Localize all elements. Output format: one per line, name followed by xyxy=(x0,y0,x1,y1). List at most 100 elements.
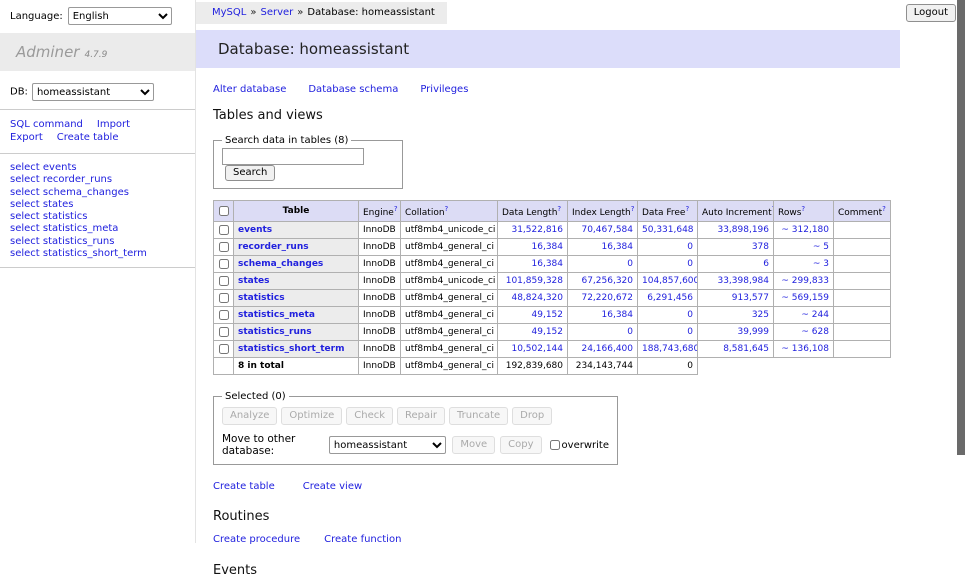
row-checkbox[interactable] xyxy=(219,276,229,286)
table-name-link[interactable]: statistics_runs xyxy=(238,327,312,337)
search-input[interactable] xyxy=(222,148,364,165)
rows-count-link[interactable]: ~ 3 xyxy=(813,259,829,269)
auto-increment-link[interactable]: 325 xyxy=(752,310,769,320)
data-length-link[interactable]: 16,384 xyxy=(532,259,564,269)
auto-increment-link[interactable]: 8,581,645 xyxy=(723,344,769,354)
sidebar-action-link[interactable]: Export xyxy=(10,132,43,143)
move-database-select[interactable]: homeassistant xyxy=(329,436,446,454)
table-name-link[interactable]: statistics xyxy=(238,293,285,303)
table-name-link[interactable]: schema_changes xyxy=(238,259,323,269)
data-free-link[interactable]: 50,331,648 xyxy=(642,225,694,235)
auto-increment-link[interactable]: 33,898,196 xyxy=(717,225,769,235)
sidebar-table-link[interactable]: select statistics xyxy=(10,211,185,223)
index-length-link[interactable]: 72,220,672 xyxy=(581,293,633,303)
help-link[interactable]: ? xyxy=(801,205,805,213)
rows-count-link[interactable]: ~ 244 xyxy=(801,310,829,320)
index-length-link[interactable]: 16,384 xyxy=(602,242,634,252)
rows-count-link[interactable]: ~ 312,180 xyxy=(781,225,829,235)
auto-increment-link[interactable]: 378 xyxy=(752,242,769,252)
bulk-action-button[interactable]: Check xyxy=(346,407,393,425)
select-all-checkbox[interactable] xyxy=(219,206,229,216)
data-length-link[interactable]: 101,859,328 xyxy=(506,276,563,286)
sidebar-table-link[interactable]: select recorder_runs xyxy=(10,174,185,186)
bulk-action-button[interactable]: Analyze xyxy=(222,407,277,425)
breadcrumb-mysql-link[interactable]: MySQL xyxy=(212,7,246,18)
routine-link[interactable]: Create procedure xyxy=(213,534,300,545)
db-select[interactable]: homeassistant xyxy=(32,83,154,101)
data-length-link[interactable]: 49,152 xyxy=(532,310,564,320)
overwrite-checkbox[interactable] xyxy=(550,440,560,450)
row-checkbox[interactable] xyxy=(219,225,229,235)
auto-increment-link[interactable]: 6 xyxy=(763,259,769,269)
sidebar-action-link[interactable]: Create table xyxy=(57,132,119,143)
data-free-link[interactable]: 104,857,600 xyxy=(642,276,698,286)
index-length-link[interactable]: 67,256,320 xyxy=(581,276,633,286)
auto-increment-link[interactable]: 39,999 xyxy=(738,327,770,337)
data-length-link[interactable]: 10,502,144 xyxy=(511,344,563,354)
data-free-link[interactable]: 0 xyxy=(687,310,693,320)
sidebar-table-link[interactable]: select statistics_short_term xyxy=(10,248,185,260)
logout-button[interactable]: Logout xyxy=(906,4,956,22)
help-link[interactable]: ? xyxy=(685,205,689,213)
bulk-action-button[interactable]: Truncate xyxy=(449,407,508,425)
rows-count-link[interactable]: ~ 299,833 xyxy=(781,276,829,286)
help-link[interactable]: ? xyxy=(394,205,398,213)
table-name-link[interactable]: events xyxy=(238,225,272,235)
rows-count-link[interactable]: ~ 569,159 xyxy=(781,293,829,303)
table-name-link[interactable]: statistics_short_term xyxy=(238,344,344,354)
rows-count-link[interactable]: ~ 628 xyxy=(801,327,829,337)
table-name-link[interactable]: recorder_runs xyxy=(238,242,309,252)
bulk-action-button[interactable]: Optimize xyxy=(281,407,342,425)
sidebar-table-link[interactable]: select statistics_meta xyxy=(10,223,185,235)
index-length-link[interactable]: 0 xyxy=(627,327,633,337)
rows-count-link[interactable]: ~ 5 xyxy=(813,242,829,252)
sidebar-table-link[interactable]: select events xyxy=(10,162,185,174)
index-length-link[interactable]: 0 xyxy=(627,259,633,269)
sidebar-table-link[interactable]: select schema_changes xyxy=(10,187,185,199)
table-name-link[interactable]: states xyxy=(238,276,270,286)
row-checkbox[interactable] xyxy=(219,293,229,303)
database-action-link[interactable]: Alter database xyxy=(213,84,286,95)
move-button[interactable]: Move xyxy=(452,436,495,454)
breadcrumb-server-link[interactable]: Server xyxy=(260,7,293,18)
sidebar-table-link[interactable]: select states xyxy=(10,199,185,211)
row-checkbox[interactable] xyxy=(219,242,229,252)
rows-count-link[interactable]: ~ 136,108 xyxy=(781,344,829,354)
table-name-link[interactable]: statistics_meta xyxy=(238,310,315,320)
routine-link[interactable]: Create function xyxy=(324,534,401,545)
create-link[interactable]: Create view xyxy=(303,481,362,492)
auto-increment-link[interactable]: 913,577 xyxy=(732,293,769,303)
index-length-link[interactable]: 70,467,584 xyxy=(581,225,633,235)
help-link[interactable]: ? xyxy=(882,205,886,213)
row-checkbox[interactable] xyxy=(219,310,229,320)
data-length-link[interactable]: 16,384 xyxy=(532,242,564,252)
data-length-link[interactable]: 49,152 xyxy=(532,327,564,337)
database-action-link[interactable]: Database schema xyxy=(308,84,398,95)
search-button[interactable]: Search xyxy=(225,165,275,181)
help-link[interactable]: ? xyxy=(445,205,449,213)
row-checkbox[interactable] xyxy=(219,259,229,269)
create-link[interactable]: Create table xyxy=(213,481,275,492)
data-length-link[interactable]: 48,824,320 xyxy=(511,293,563,303)
data-free-link[interactable]: 0 xyxy=(687,259,693,269)
row-checkbox[interactable] xyxy=(219,344,229,354)
sidebar-action-link[interactable]: SQL command xyxy=(10,119,83,130)
language-select[interactable]: English xyxy=(68,7,172,25)
sidebar-action-link[interactable]: Import xyxy=(97,119,130,130)
data-free-link[interactable]: 6,291,456 xyxy=(647,293,693,303)
data-free-link[interactable]: 0 xyxy=(687,327,693,337)
data-free-link[interactable]: 188,743,680 xyxy=(642,344,698,354)
row-checkbox[interactable] xyxy=(219,327,229,337)
copy-button[interactable]: Copy xyxy=(500,436,541,454)
auto-increment-link[interactable]: 33,398,984 xyxy=(717,276,769,286)
scrollbar-thumb[interactable] xyxy=(957,0,965,455)
help-link[interactable]: ? xyxy=(557,205,561,213)
bulk-action-button[interactable]: Drop xyxy=(512,407,552,425)
help-link[interactable]: ? xyxy=(631,205,635,213)
bulk-action-button[interactable]: Repair xyxy=(397,407,445,425)
data-length-link[interactable]: 31,522,816 xyxy=(511,225,563,235)
index-length-link[interactable]: 16,384 xyxy=(602,310,634,320)
data-free-link[interactable]: 0 xyxy=(687,242,693,252)
sidebar-table-link[interactable]: select statistics_runs xyxy=(10,236,185,248)
index-length-link[interactable]: 24,166,400 xyxy=(581,344,633,354)
